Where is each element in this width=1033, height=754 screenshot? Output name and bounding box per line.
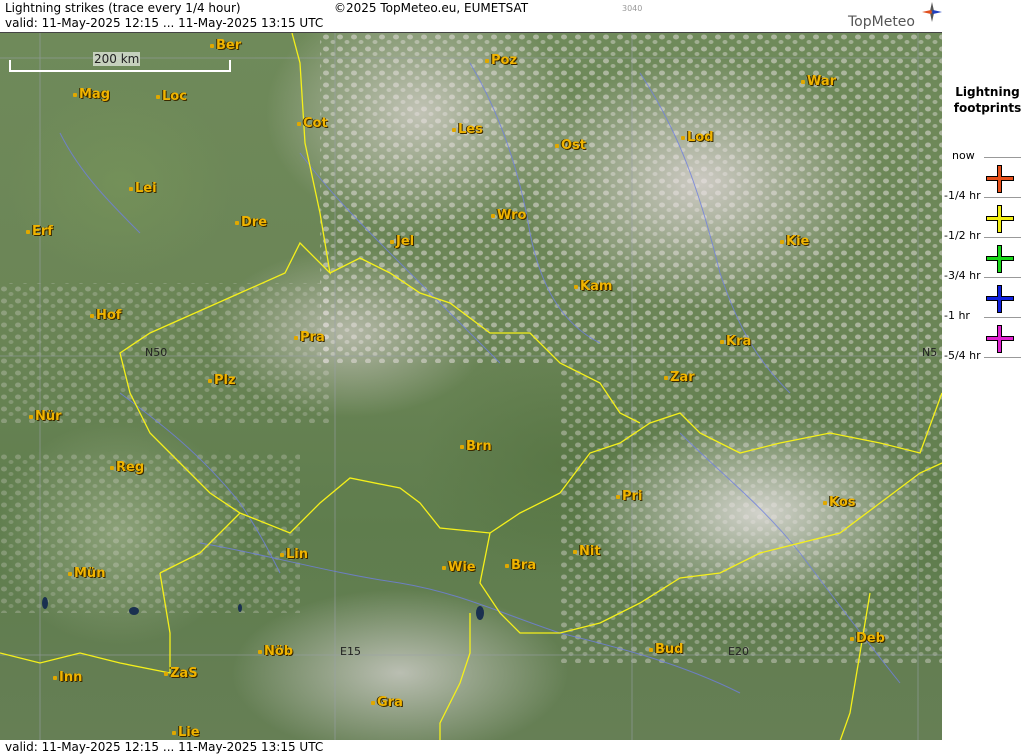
valid-time-top: valid: 11-May-2025 12:15 ... 11-May-2025… [5,16,324,30]
yellow-cross-icon [986,205,1014,233]
city-label: Nöb [258,644,293,659]
city-label: Kam [574,279,612,294]
lon-label-e15: E15 [340,645,361,658]
city-label: Mag [73,87,110,102]
blue-cross-icon [986,285,1014,313]
city-label: Lin [280,547,308,562]
city-label: Nür [29,409,62,424]
lat-label-n50-right: N5 [922,346,938,359]
legend-divider [984,357,1021,358]
city-label: Pra [294,330,325,345]
legend-label-45: -3/4 hr [944,269,981,282]
city-label: Ber [210,38,241,53]
city-label: Reg [110,460,144,475]
city-label: Poz [485,53,517,68]
map-title: Lightning strikes (trace every 1/4 hour) [5,1,241,15]
orange-cross-icon [986,165,1014,193]
city-label: Brn [460,439,492,454]
city-label: Pri [616,489,642,504]
green-cross-icon [986,245,1014,273]
valid-time-bottom: valid: 11-May-2025 12:15 ... 11-May-2025… [5,740,324,754]
legend-label-60: -1 hr [944,309,970,322]
city-label: Kie [780,234,809,249]
city-label: Deb [850,631,885,646]
legend-label-now: now [952,149,975,162]
legend-label-75: -5/4 hr [944,349,981,362]
legend-divider [984,277,1021,278]
city-label: Inn [53,670,82,685]
city-label: Les [452,122,483,137]
header-bar: Lightning strikes (trace every 1/4 hour)… [0,0,942,32]
legend-title-line2: footprints [953,101,1022,115]
lat-label-n50: N50 [145,346,168,359]
city-label: Nit [573,544,601,559]
city-label: Gra [371,695,403,710]
city-label: Bra [505,558,536,573]
city-label: War [801,74,836,89]
city-label: Jel [390,234,414,249]
city-label: ZaS [164,666,198,681]
legend-divider [984,197,1021,198]
legend-panel: Lightning footprints now -1/4 hr -1/2 hr… [942,0,1033,754]
map-overlay [0,33,942,741]
city-label: Lie [172,725,200,740]
legend-label-15: -1/4 hr [944,189,981,202]
city-label: Cot [297,116,328,131]
city-label: Kos [823,495,856,510]
legend-divider [984,157,1021,158]
city-label: Plz [208,373,236,388]
city-label: Wie [442,560,476,575]
city-label: Kra [720,334,751,349]
topmeteo-logo[interactable]: TopMeteo [848,14,915,30]
city-label: Ost [555,138,586,153]
city-label: Wro [491,208,526,223]
compass-logo-icon [922,2,942,22]
city-label: Dre [235,215,267,230]
city-label: Lod [681,130,714,145]
city-label: Zar [664,370,695,385]
city-label: Erf [26,224,53,239]
footer-bar: valid: 11-May-2025 12:15 ... 11-May-2025… [0,740,942,754]
city-label: Hof [90,308,121,323]
legend-label-30: -1/2 hr [944,229,981,242]
city-label: Lei [129,181,157,196]
copyright: ©2025 TopMeteo.eu, EUMETSAT [334,1,529,15]
lon-label-e20: E20 [728,645,749,658]
legend-divider [984,317,1021,318]
legend-title: Lightning footprints [942,84,1033,116]
legend-title-line1: Lightning [955,85,1020,99]
city-label: Mün [68,566,105,581]
satellite-map[interactable]: 200 km N50 N5 E15 E20 Ber Poz War Mag Lo… [0,32,942,742]
magenta-cross-icon [986,325,1014,353]
legend-divider [984,237,1021,238]
map-code: 3040 [622,4,643,13]
city-label: Bud [649,642,683,657]
scale-label: 200 km [93,52,141,66]
city-label: Loc [156,89,187,104]
